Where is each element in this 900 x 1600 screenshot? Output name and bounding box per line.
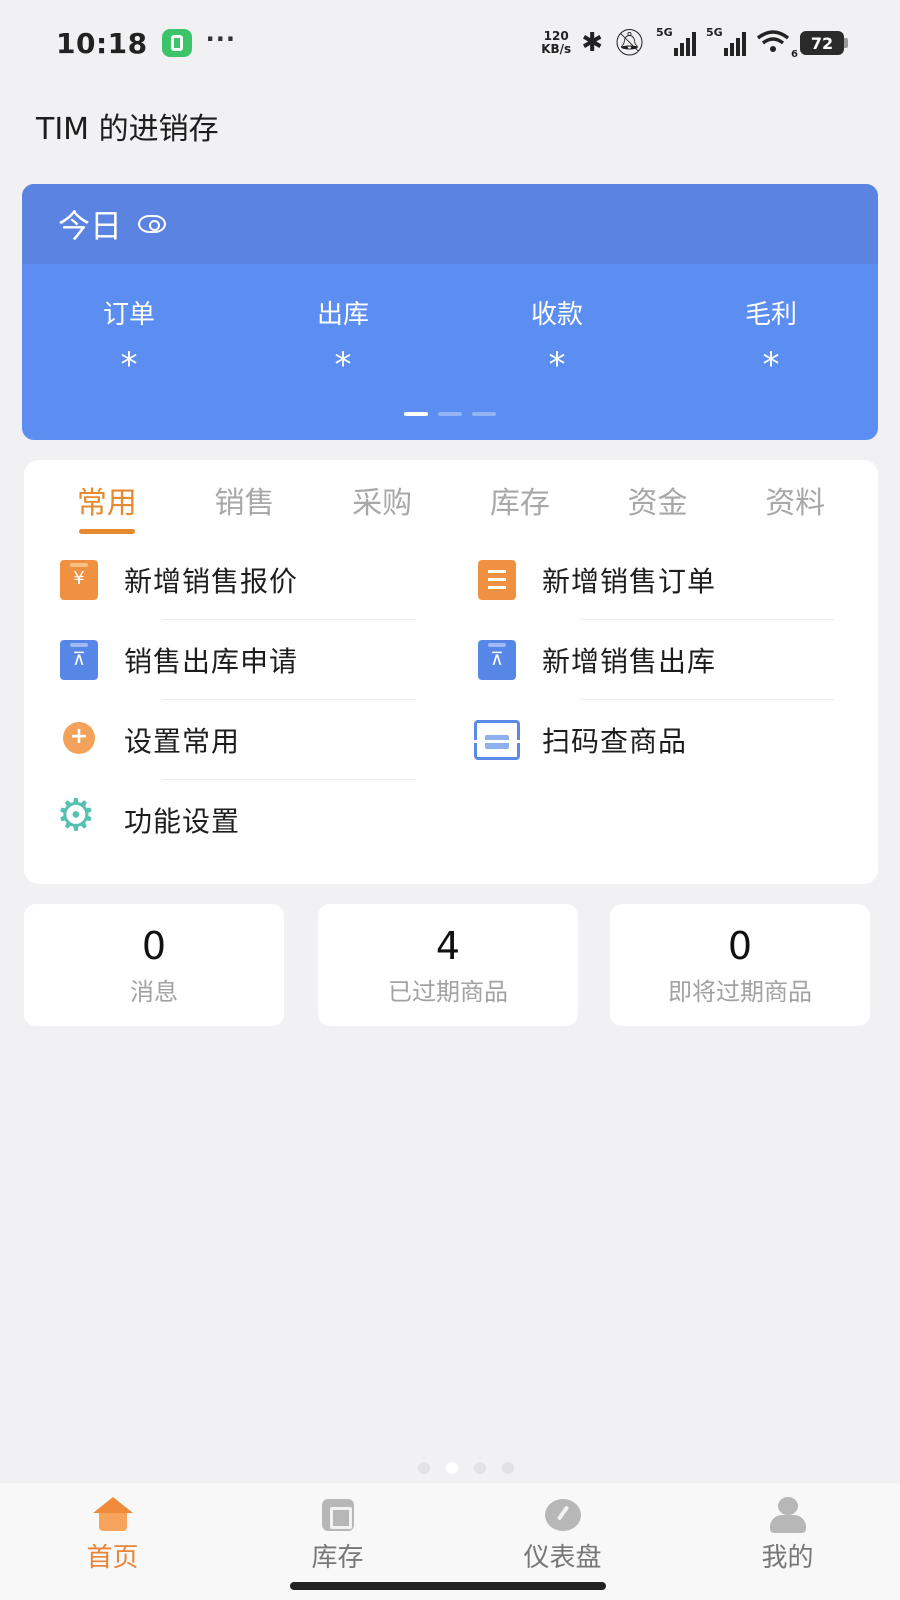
app-notification-icon	[161, 29, 192, 57]
indicator-dot	[472, 412, 496, 416]
counter-label: 已过期商品	[388, 978, 508, 1006]
tab-purchase[interactable]: 采购	[313, 460, 451, 540]
stat-outbound[interactable]: 出库 *	[236, 294, 450, 385]
menu-item-set-favorites[interactable]: 设置常用	[60, 700, 416, 780]
card-page-indicator	[22, 412, 878, 416]
gauge-icon	[541, 1495, 585, 1535]
home-icon	[91, 1495, 135, 1535]
status-time: 10:18	[56, 26, 148, 60]
counter-label: 即将过期商品	[668, 978, 812, 1006]
status-left: 10:18 ···	[56, 25, 236, 60]
menu-item-label: 新增销售报价	[124, 565, 299, 598]
menu-item-label: 功能设置	[124, 805, 241, 838]
status-right: 120 KB/s ✱ 🔕︎ 5G 5G 6 72	[541, 26, 848, 59]
today-header: 今日	[22, 184, 878, 264]
stat-gross-profit[interactable]: 毛利 *	[664, 294, 878, 385]
nav-label: 首页	[86, 1543, 139, 1573]
network-speed-unit: KB/s	[541, 42, 572, 56]
today-stats: 订单 * 出库 * 收款 * 毛利 *	[22, 264, 878, 385]
stat-orders[interactable]: 订单 *	[22, 294, 236, 385]
today-title: 今日	[58, 207, 123, 245]
bluetooth-icon: ✱	[581, 28, 603, 58]
menu-item-label: 销售出库申请	[124, 645, 299, 678]
sim1-network: 5G	[656, 26, 673, 39]
outbound-icon	[478, 640, 516, 680]
indicator-dot	[404, 412, 428, 416]
nav-label: 仪表盘	[523, 1543, 602, 1573]
tab-master-data[interactable]: 资料	[726, 460, 864, 540]
shortcut-menu: 新增销售报价 新增销售订单 销售出库申请 新增销售出库 设置常用 扫码查商品 功…	[24, 540, 878, 884]
page-dot	[474, 1462, 486, 1474]
nav-label: 我的	[761, 1543, 814, 1573]
page-title: TIM 的进销存	[36, 112, 219, 147]
gesture-home-indicator[interactable]	[290, 1582, 606, 1590]
expired-products-counter[interactable]: 4 已过期商品	[318, 904, 578, 1026]
expiring-products-counter[interactable]: 0 即将过期商品	[610, 904, 870, 1026]
menu-item-new-sales-quote[interactable]: 新增销售报价	[60, 540, 416, 620]
more-notifications-indicator: ···	[205, 25, 236, 53]
menu-item-label: 新增销售出库	[542, 645, 717, 678]
box-icon	[316, 1495, 360, 1535]
battery-level: 72	[800, 31, 844, 55]
page-indicator	[0, 1462, 900, 1474]
tab-funds[interactable]: 资金	[589, 460, 727, 540]
nav-home[interactable]: 首页	[0, 1483, 225, 1600]
gear-icon	[56, 794, 102, 840]
stat-value: *	[334, 345, 352, 385]
menu-item-scan-product[interactable]: 扫码查商品	[474, 700, 824, 780]
tab-inventory[interactable]: 库存	[451, 460, 589, 540]
page-dot-active	[446, 1462, 458, 1474]
stat-value: *	[762, 345, 780, 385]
wifi-icon: 6	[756, 29, 798, 59]
sales-quote-icon	[60, 560, 98, 600]
user-icon	[766, 1495, 810, 1535]
indicator-dot	[438, 412, 462, 416]
page-dot	[502, 1462, 514, 1474]
counter-label: 消息	[130, 978, 178, 1006]
wifi-band-label: 6	[791, 48, 798, 60]
eye-icon[interactable]	[138, 215, 167, 233]
stat-value: *	[548, 345, 566, 385]
menu-item-new-sales-outbound[interactable]: 新增销售出库	[478, 620, 834, 700]
menu-item-label: 扫码查商品	[542, 725, 688, 758]
stat-label: 收款	[530, 300, 583, 330]
page-dot	[418, 1462, 430, 1474]
signal-icon-sim2: 5G	[706, 26, 746, 56]
network-speed: 120 KB/s	[541, 30, 571, 56]
nav-label: 库存	[311, 1543, 364, 1573]
counter-value: 4	[435, 924, 461, 968]
nav-profile[interactable]: 我的	[675, 1483, 900, 1600]
signal-icon-sim1: 5G	[656, 26, 696, 56]
wifi-glyph	[756, 29, 790, 52]
stat-label: 出库	[316, 300, 369, 330]
stat-receipts[interactable]: 收款 *	[450, 294, 664, 385]
battery-icon: 72	[800, 31, 848, 55]
menu-item-label: 新增销售订单	[542, 565, 717, 598]
menu-item-outbound-request[interactable]: 销售出库申请	[60, 620, 416, 700]
menu-item-function-settings[interactable]: 功能设置	[56, 780, 406, 860]
stat-label: 毛利	[744, 300, 797, 330]
outbound-request-icon	[60, 640, 98, 680]
mute-icon: 🔕︎	[612, 28, 646, 58]
tab-sales[interactable]: 销售	[176, 460, 314, 540]
menu-item-label: 设置常用	[124, 725, 241, 758]
today-summary-card[interactable]: 今日 订单 * 出库 * 收款 * 毛利 *	[22, 184, 878, 440]
stat-value: *	[120, 345, 138, 385]
counter-value: 0	[727, 924, 753, 968]
sim2-network: 5G	[706, 26, 723, 39]
counter-value: 0	[141, 924, 167, 968]
status-bar: 10:18 ··· 120 KB/s ✱ 🔕︎ 5G 5G 6 72	[0, 0, 900, 86]
stat-label: 订单	[102, 300, 155, 330]
scan-icon	[474, 720, 520, 760]
app-header: TIM 的进销存	[0, 86, 900, 162]
sales-order-icon	[478, 560, 516, 600]
function-panel: 常用 销售 采购 库存 资金 资料 新增销售报价 新增销售订单 销售出库申请 新…	[24, 460, 878, 884]
category-tabs: 常用 销售 采购 库存 资金 资料	[24, 460, 878, 540]
tab-common[interactable]: 常用	[38, 460, 176, 540]
menu-item-new-sales-order[interactable]: 新增销售订单	[478, 540, 834, 620]
add-pin-icon	[60, 720, 98, 760]
messages-counter[interactable]: 0 消息	[24, 904, 284, 1026]
